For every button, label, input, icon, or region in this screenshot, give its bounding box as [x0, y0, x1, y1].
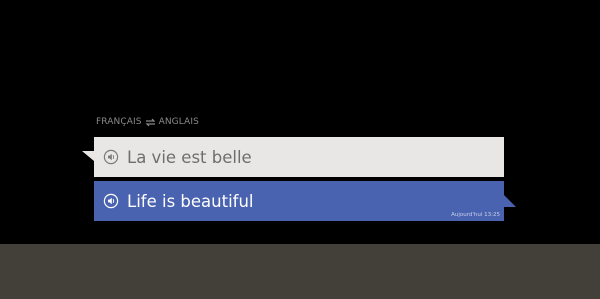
bottom-app-bar [0, 244, 600, 299]
target-phrase: Life is beautiful [127, 191, 254, 211]
target-language-label: ANGLAIS [158, 117, 199, 127]
swap-arrows-icon[interactable] [145, 117, 156, 128]
target-phrase-bubble: Life is beautiful Aujourd'hui 13:25 [94, 181, 516, 221]
speaker-icon[interactable] [103, 149, 119, 165]
source-language-label: FRANÇAIS [96, 117, 142, 127]
source-phrase: La vie est belle [127, 147, 252, 167]
source-phrase-bubble: La vie est belle [82, 137, 504, 177]
language-pair-header: FRANÇAIS ANGLAIS [96, 115, 199, 129]
speaker-icon[interactable] [103, 193, 119, 209]
translation-timestamp: Aujourd'hui 13:25 [451, 212, 500, 218]
